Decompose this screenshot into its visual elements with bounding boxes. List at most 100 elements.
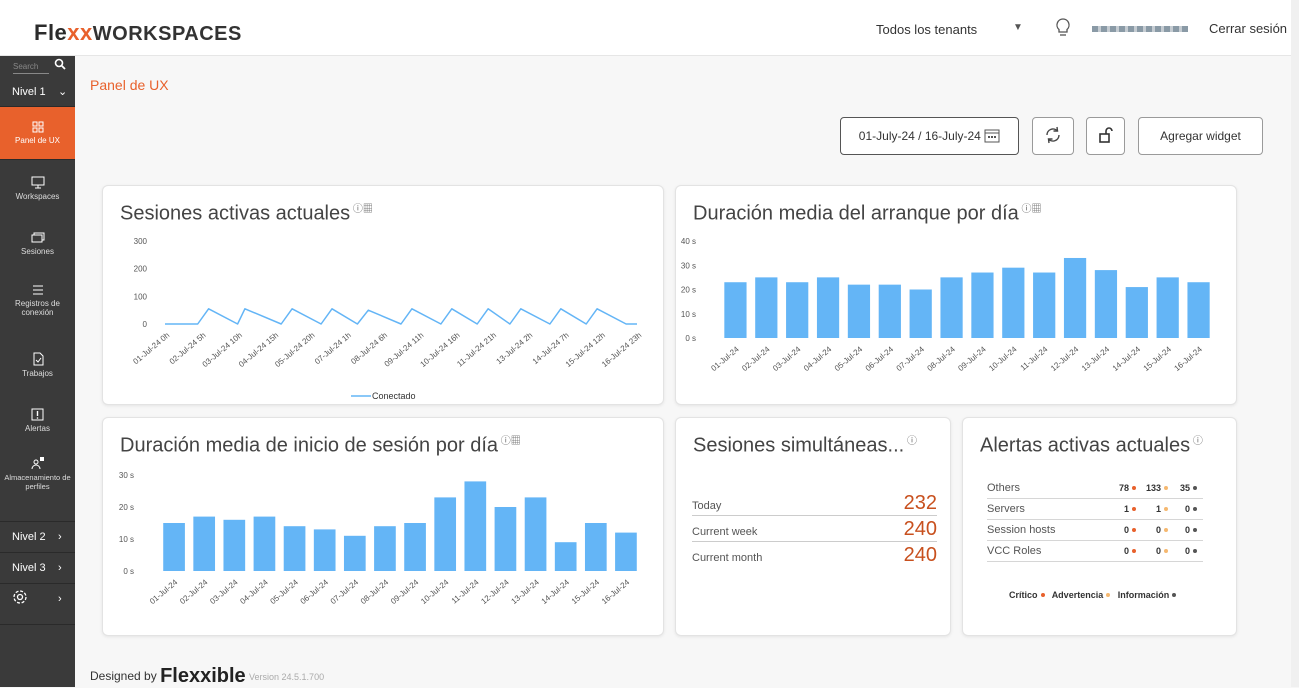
tenant-select[interactable]: Todos los tenants xyxy=(876,22,977,37)
bar xyxy=(1063,257,1087,338)
unlock-icon xyxy=(1098,127,1113,143)
refresh-icon xyxy=(1046,126,1060,144)
bar xyxy=(786,282,809,338)
bar xyxy=(223,519,246,571)
x-tick-label: 05-Jul-24 20h xyxy=(273,331,316,369)
alert-count-info[interactable]: 0 xyxy=(1185,546,1197,556)
bar xyxy=(1156,277,1179,338)
info-icon[interactable]: ⓘ xyxy=(904,436,917,447)
bar xyxy=(1187,282,1210,338)
refresh-button[interactable] xyxy=(1032,117,1074,155)
sidebar-settings[interactable]: › xyxy=(0,584,75,614)
chevron-right-icon: › xyxy=(58,593,62,605)
boot-duration-chart: 40 s 30 s 20 s 10 s 0 s 01-Jul-24 02-Jul-24 03-… xyxy=(681,237,1210,373)
x-tick-label: 13-Jul-24 xyxy=(510,577,542,606)
alerts-legend: Crítico Advertencia Información xyxy=(1009,590,1177,600)
x-tick-label: 11-Jul-24 21h xyxy=(455,331,498,369)
alert-row: Servers 1 1 0 xyxy=(987,500,1203,520)
date-range-picker[interactable]: 01-July-24 / 16-July-24 xyxy=(840,117,1019,155)
bar xyxy=(1125,287,1148,338)
sidebar-level2[interactable]: Nivel 2 › xyxy=(0,522,75,552)
bar xyxy=(434,497,457,571)
calendar-icon xyxy=(984,129,1000,143)
alert-count-info[interactable]: 0 xyxy=(1185,504,1197,514)
bar xyxy=(1094,270,1118,338)
sidebar-level3[interactable]: Nivel 3 › xyxy=(0,553,75,583)
bar xyxy=(971,272,994,338)
profile-storage-icon xyxy=(31,457,44,470)
bar xyxy=(524,497,547,571)
chevron-right-icon: › xyxy=(58,531,62,543)
y-tick-label: 40 s xyxy=(681,237,696,246)
alert-count-info[interactable]: 35 xyxy=(1180,483,1197,493)
bar xyxy=(816,277,840,338)
y-tick-label: 10 s xyxy=(681,310,696,319)
stat-row: Current week 240 xyxy=(692,518,937,542)
unlock-layout-button[interactable] xyxy=(1086,117,1125,155)
page-scrollbar[interactable] xyxy=(1291,0,1299,687)
sidebar-item-almacenamiento[interactable]: Almacenamiento de perfiles xyxy=(0,456,75,491)
search-icon[interactable] xyxy=(54,58,66,70)
alert-count-critical[interactable]: 1 xyxy=(1124,504,1136,514)
x-tick-label: 07-Jul-24 xyxy=(895,344,927,373)
y-tick-label: 200 xyxy=(134,265,148,274)
x-tick-label: 06-Jul-24 xyxy=(299,577,331,606)
x-tick-label: 01-Jul-24 xyxy=(148,577,180,606)
sidebar-level1[interactable]: Nivel 1 ⌄ xyxy=(0,77,75,107)
chevron-right-icon: › xyxy=(58,562,62,574)
bar xyxy=(755,277,778,338)
alert-count-warning[interactable]: 1 xyxy=(1156,504,1168,514)
alert-count-warning[interactable]: 0 xyxy=(1156,546,1168,556)
alert-count-warning[interactable]: 133 xyxy=(1146,483,1168,493)
lightbulb-icon[interactable] xyxy=(1053,17,1073,39)
sidebar-item-registros[interactable]: Registros de conexión xyxy=(0,284,75,317)
x-tick-label: 11-Jul-24 xyxy=(450,577,481,605)
alert-row: Session hosts 0 0 0 xyxy=(987,521,1203,541)
x-tick-label: 07-Jul-24 1h xyxy=(313,331,353,366)
bar xyxy=(1033,272,1056,338)
y-tick-label: 10 s xyxy=(119,535,134,544)
x-tick-label: 14-Jul-24 xyxy=(1111,344,1143,373)
y-tick-label: 30 s xyxy=(681,261,696,270)
bar xyxy=(940,277,963,338)
alert-row: Others 78 133 35 xyxy=(987,479,1203,499)
bar xyxy=(283,526,306,571)
footer: Designed by Flexxible Version 24.5.1.700 xyxy=(90,665,325,687)
app-logo[interactable]: FlexxWORKSPACES xyxy=(34,20,242,46)
caret-down-icon[interactable]: ▼ xyxy=(1013,22,1023,33)
alert-count-info[interactable]: 0 xyxy=(1185,525,1197,535)
x-tick-label: 14-Jul-24 xyxy=(540,577,572,606)
sidebar-search-input[interactable]: Search xyxy=(13,62,49,74)
x-tick-label: 09-Jul-24 xyxy=(956,344,988,373)
add-widget-button[interactable]: Agregar widget xyxy=(1138,117,1263,155)
alert-count-critical[interactable]: 0 xyxy=(1124,546,1136,556)
bar xyxy=(374,526,396,571)
x-tick-label: 16-Jul-24 23h xyxy=(600,331,643,369)
top-bar: FlexxWORKSPACES Todos los tenants ▼ Cerr… xyxy=(0,0,1299,56)
sidebar-item-trabajos[interactable]: Trabajos xyxy=(0,352,75,378)
chevron-down-icon: ⌄ xyxy=(58,86,68,98)
bar xyxy=(494,507,517,571)
gear-icon xyxy=(13,590,27,604)
sidebar-item-sesiones[interactable]: Sesiones xyxy=(0,232,75,256)
x-tick-label: 05-Jul-24 xyxy=(269,577,301,606)
x-tick-label: 11-Jul-24 xyxy=(1019,344,1050,372)
footer-brand-logo: Flexxible xyxy=(160,665,246,687)
sidebar-item-workspaces[interactable]: Workspaces xyxy=(0,176,75,201)
alert-count-warning[interactable]: 0 xyxy=(1156,525,1168,535)
sidebar-item-panel-ux[interactable]: Panel de UX xyxy=(0,107,75,159)
bar xyxy=(724,282,747,338)
x-tick-label: 05-Jul-24 xyxy=(833,344,865,373)
widget-title: Sesiones simultáneas... ⓘ xyxy=(693,434,918,457)
alert-count-critical[interactable]: 78 xyxy=(1119,483,1136,493)
y-tick-label: 100 xyxy=(134,292,148,301)
x-tick-label: 02-Jul-24 xyxy=(740,344,772,373)
info-icon[interactable]: ⓘ xyxy=(1190,436,1203,447)
sidebar-item-alertas[interactable]: Alertas xyxy=(0,408,75,433)
alert-count-critical[interactable]: 0 xyxy=(1124,525,1136,535)
x-tick-label: 03-Jul-24 xyxy=(208,577,240,606)
widget-boot-duration: Duración media del arranque por día ⓘ▦ 4… xyxy=(675,185,1237,405)
breadcrumb[interactable]: Panel de UX xyxy=(90,77,169,93)
logout-link[interactable]: Cerrar sesión xyxy=(1209,21,1287,36)
y-tick-label: 0 xyxy=(143,320,148,329)
